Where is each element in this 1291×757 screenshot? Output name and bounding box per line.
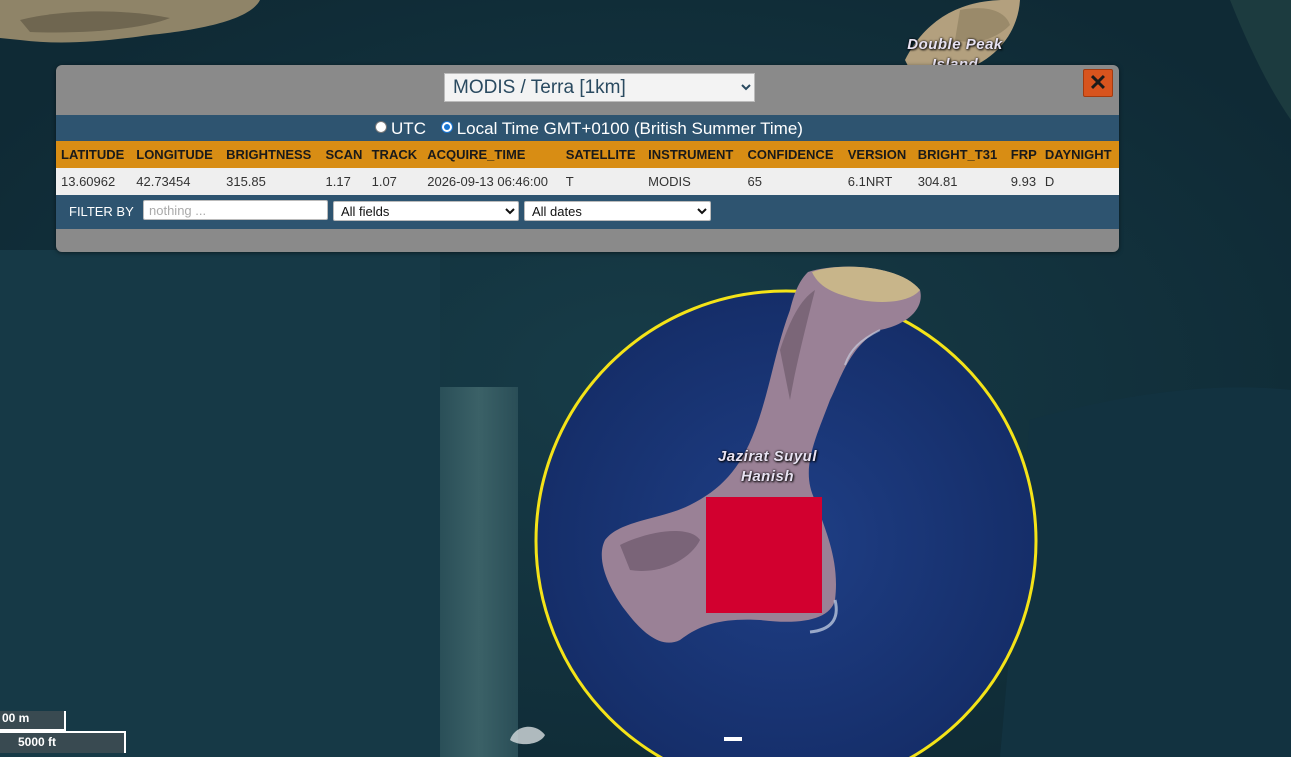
- table-cell: 315.85: [221, 168, 321, 195]
- utc-label[interactable]: UTC: [391, 119, 426, 138]
- filter-field-select[interactable]: All fields: [333, 201, 519, 221]
- table-cell: 6.1NRT: [842, 168, 913, 195]
- column-header: VERSION: [842, 141, 913, 168]
- map-label-jazirat-suyul-hanish: Jazirat Suyul Hanish: [717, 448, 818, 485]
- table-row[interactable]: 13.60962 42.73454 315.85 1.17 1.07 2026-…: [56, 168, 1119, 195]
- filter-date-select[interactable]: All dates: [524, 201, 711, 221]
- table-cell: MODIS: [643, 168, 743, 195]
- close-button[interactable]: ✕: [1083, 69, 1113, 97]
- column-header: SCAN: [320, 141, 367, 168]
- column-header: BRIGHT_T31: [912, 141, 1006, 168]
- column-header: FRP: [1005, 141, 1040, 168]
- local-time-radio[interactable]: [440, 121, 453, 133]
- table-cell: 1.07: [366, 168, 423, 195]
- column-header: CONFIDENCE: [742, 141, 843, 168]
- scale-bar-imperial: 5000 ft: [0, 731, 126, 753]
- close-icon: ✕: [1088, 70, 1108, 95]
- column-header: TRACK: [366, 141, 423, 168]
- column-header: ACQUIRE_TIME: [422, 141, 561, 168]
- column-header: LONGITUDE: [131, 141, 222, 168]
- utc-radio[interactable]: [375, 121, 388, 133]
- column-header: SATELLITE: [560, 141, 644, 168]
- sensor-select[interactable]: MODIS / Terra [1km]: [444, 73, 755, 102]
- table-cell: 304.81: [912, 168, 1006, 195]
- column-header: LATITUDE: [56, 141, 132, 168]
- fire-data-table: LATITUDE LONGITUDE BRIGHTNESS SCAN TRACK…: [56, 141, 1119, 195]
- filter-bar: FILTER BY All fields All dates: [56, 195, 1119, 229]
- table-cell: 2026-09-13 06:46:00: [422, 168, 561, 195]
- fire-hotspot-marker[interactable]: [706, 497, 822, 613]
- table-cell: 13.60962: [56, 168, 132, 195]
- time-mode-bar: UTC Local Time GMT+0100 (British Summer …: [56, 115, 1119, 141]
- table-cell: 42.73454: [131, 168, 222, 195]
- table-cell: 1.17: [320, 168, 367, 195]
- local-time-label[interactable]: Local Time GMT+0100 (British Summer Time…: [457, 119, 803, 138]
- table-cell: 65: [742, 168, 843, 195]
- filter-by-label: FILTER BY: [69, 204, 134, 219]
- column-header: BRIGHTNESS: [221, 141, 321, 168]
- fire-info-popup: MODIS / Terra [1km] ✕ UTC Local Time GMT…: [56, 65, 1119, 252]
- scale-bar-metric: 00 m: [0, 711, 66, 731]
- table-header-row: LATITUDE LONGITUDE BRIGHTNESS SCAN TRACK…: [56, 141, 1119, 168]
- table-cell: 9.93: [1005, 168, 1040, 195]
- column-header: DAYNIGHT: [1039, 141, 1119, 168]
- filter-text-input[interactable]: [143, 200, 328, 220]
- table-cell: D: [1039, 168, 1119, 195]
- table-cell: T: [560, 168, 644, 195]
- column-header: INSTRUMENT: [643, 141, 743, 168]
